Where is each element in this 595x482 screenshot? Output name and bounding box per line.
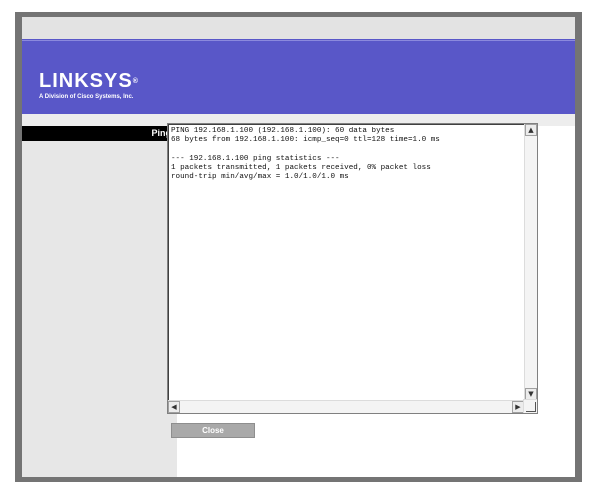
- scrollbar-corner: [523, 399, 537, 413]
- ping-output-line: PING 192.168.1.100 (192.168.1.100): 60 d…: [171, 127, 395, 135]
- ping-output-text: PING 192.168.1.100 (192.168.1.100): 60 d…: [171, 127, 521, 182]
- ping-output-line: 1 packets transmitted, 1 packets receive…: [171, 163, 431, 172]
- header-banner: LINKSYS® A Division of Cisco Systems, In…: [22, 39, 575, 114]
- header-divider: [22, 40, 575, 41]
- close-button[interactable]: Close: [171, 423, 255, 438]
- ping-output-textarea[interactable]: PING 192.168.1.100 (192.168.1.100): 60 d…: [167, 123, 538, 414]
- ping-output-line: 68 bytes from 192.168.1.100: icmp_seq=0 …: [171, 136, 440, 145]
- vertical-scrollbar[interactable]: ▲ ▼: [524, 124, 537, 400]
- sidebar: [22, 126, 177, 477]
- brand-name: LINKSYS: [39, 70, 133, 92]
- scroll-left-button[interactable]: ◀: [168, 401, 180, 413]
- ping-output-line: round-trip min/avg/max = 1.0/1.0/1.0 ms: [171, 173, 349, 182]
- ping-output-line: --- 192.168.1.100 ping statistics ---: [171, 154, 340, 163]
- sidebar-item-ping: Ping: [22, 126, 177, 141]
- ping-output-line: [171, 145, 521, 154]
- scroll-up-button[interactable]: ▲: [525, 124, 537, 136]
- horizontal-scrollbar[interactable]: ◀ ▶: [168, 400, 524, 413]
- brand-tagline: A Division of Cisco Systems, Inc.: [39, 94, 134, 100]
- resize-grip-icon[interactable]: [526, 402, 536, 412]
- brand-logo: LINKSYS®: [39, 71, 139, 91]
- trademark-symbol: ®: [132, 78, 139, 85]
- header-top-strip: [22, 17, 575, 39]
